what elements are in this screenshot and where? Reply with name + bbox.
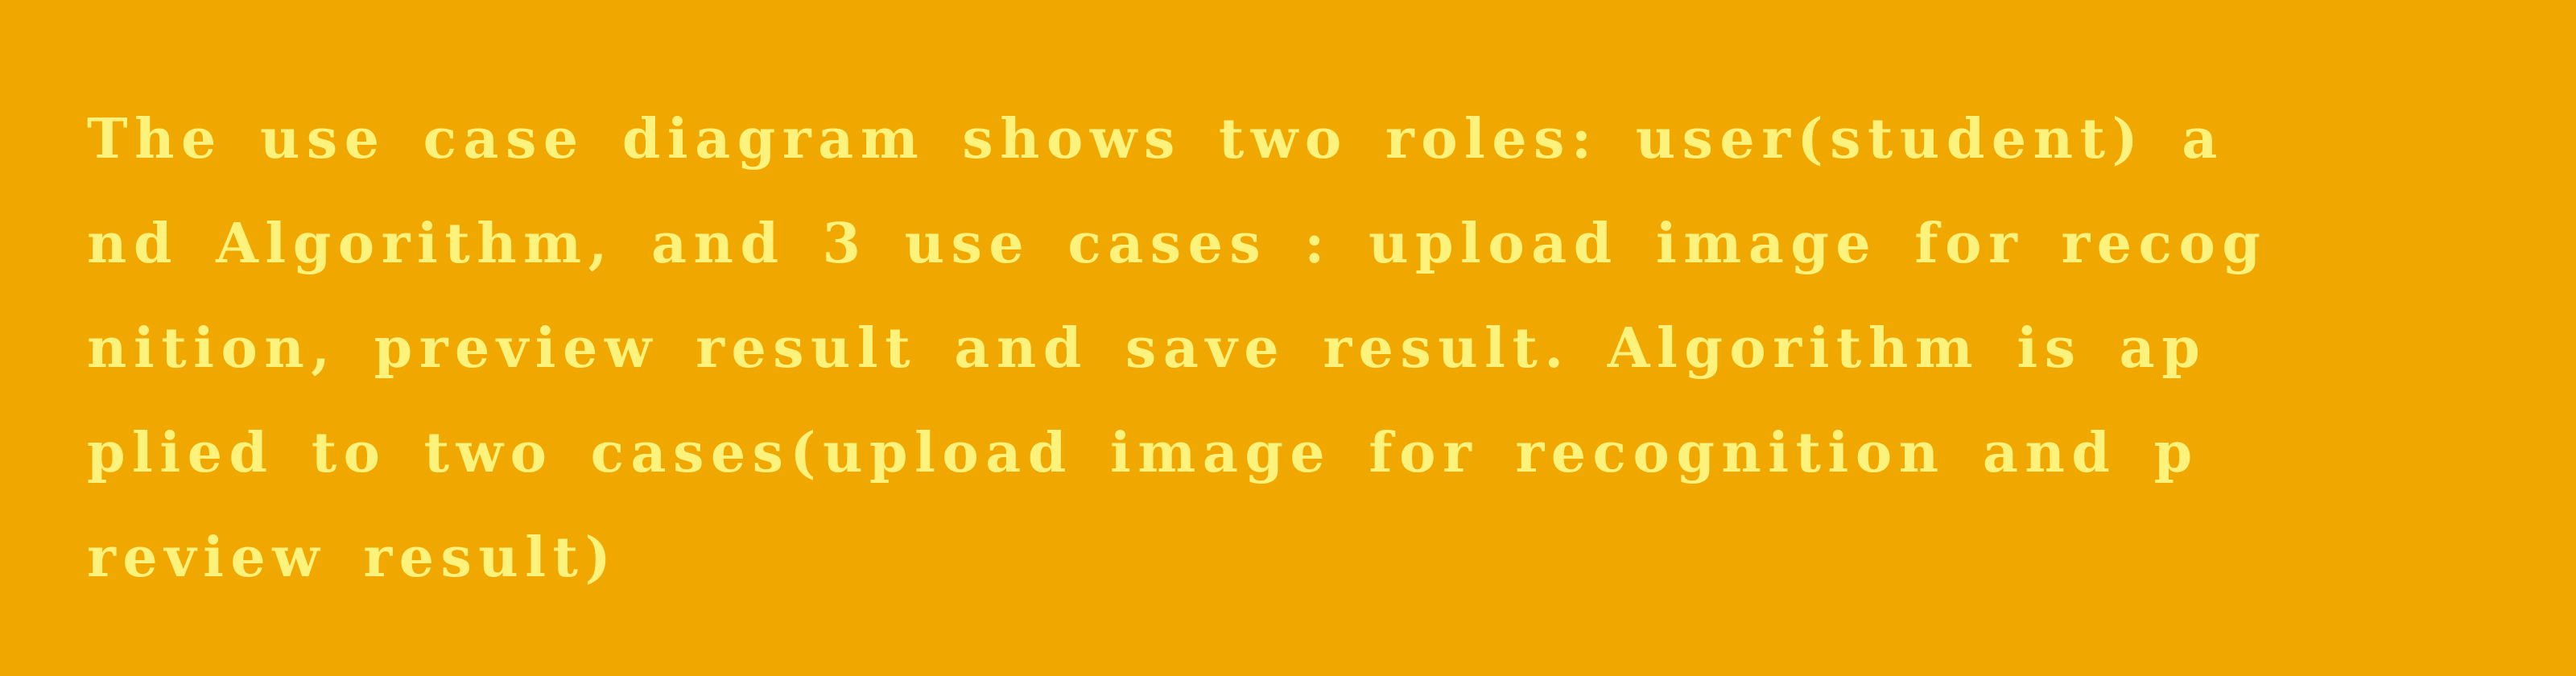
- text-line-5: review result): [87, 526, 618, 590]
- text-line-1: The use case diagram shows two roles: us…: [87, 107, 2224, 171]
- description-text: The use case diagram shows two roles: us…: [87, 87, 2502, 610]
- text-line-4: plied to two cases(upload image for reco…: [87, 421, 2199, 485]
- text-line-3: nition, preview result and save result. …: [87, 316, 2207, 381]
- text-line-2: nd Algorithm, and 3 use cases : upload i…: [87, 212, 2268, 276]
